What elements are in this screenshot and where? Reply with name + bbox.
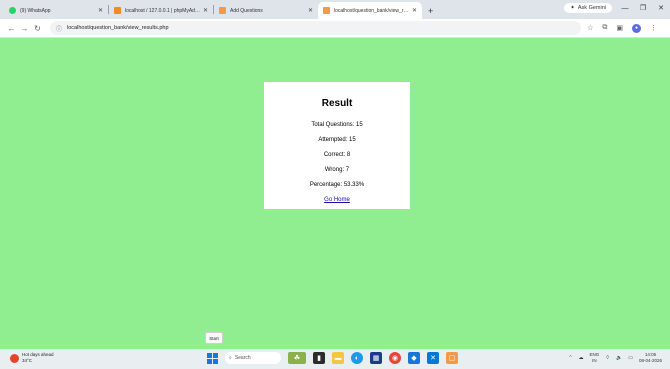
reload-icon[interactable]: ↻ — [31, 24, 44, 33]
site-info-icon[interactable]: ⓘ — [56, 24, 62, 33]
back-icon[interactable]: ← — [5, 24, 18, 33]
search-icon: ⌕ — [229, 355, 232, 361]
weather-widget[interactable]: Hot days ahead 34°C — [10, 352, 54, 364]
tab-add-questions[interactable]: Add Questions ✕ — [214, 2, 318, 19]
close-icon[interactable]: ✕ — [412, 7, 417, 14]
result-heading: Result — [321, 98, 353, 109]
toolbar-actions: ☆ ⧉ ▣ ● ⋮ — [587, 23, 657, 33]
address-bar[interactable]: ⓘ localhost/question_bank/view_results.p… — [50, 21, 582, 35]
system-tray: ⌃ ☁ ENG IN ⌔ 🔈 ▭ 14:05 08-04-2026 — [568, 352, 662, 364]
chevron-up-icon[interactable]: ⌃ — [568, 355, 572, 361]
window-controls: ✦ Ask Gemini — ❐ ✕ — [564, 3, 666, 13]
total-questions: Total Questions: 15 — [311, 122, 363, 128]
result-card: Result Total Questions: 15 Attempted: 15… — [264, 82, 410, 209]
new-tab-button[interactable]: + — [422, 2, 439, 19]
browser-toolbar: ← → ↻ ⓘ localhost/question_bank/view_res… — [0, 19, 670, 38]
clock[interactable]: 14:05 08-04-2026 — [639, 352, 662, 364]
file-explorer-icon[interactable]: ▬ — [332, 352, 344, 364]
clock-date: 08-04-2026 — [638, 358, 662, 363]
chrome-icon[interactable]: ◉ — [389, 352, 401, 364]
restore-icon[interactable]: ❐ — [638, 4, 648, 12]
plus-icon: + — [428, 5, 434, 16]
address-text: localhost/question_bank/view_results.php — [67, 25, 169, 31]
percentage: Percentage: 53.33% — [309, 182, 365, 188]
tab-title: (9) WhatsApp — [20, 7, 51, 14]
menu-icon[interactable]: ⋮ — [650, 24, 657, 32]
tab-title: localhost / 127.0.0.1 | phpMyAdmin — [125, 7, 200, 14]
widgets-icon[interactable]: ☘ — [288, 352, 306, 364]
extensions-icon[interactable]: ⧉ — [602, 24, 607, 32]
wifi-icon[interactable]: ⌔ — [605, 355, 610, 361]
weather-temperature: 34°C — [22, 358, 33, 363]
forward-icon[interactable]: → — [18, 24, 31, 33]
xampp-icon[interactable]: ▢ — [446, 352, 458, 364]
close-icon[interactable]: ✕ — [203, 7, 208, 14]
language-indicator[interactable]: ENG IN — [590, 352, 600, 364]
windows-start-icon[interactable] — [207, 352, 218, 364]
vscode-icon[interactable]: ✕ — [427, 352, 439, 364]
weather-icon — [10, 353, 19, 363]
battery-icon[interactable]: ▭ — [628, 355, 633, 361]
page-icon — [323, 7, 330, 14]
page-icon — [219, 7, 226, 14]
tab-view-results[interactable]: localhost/question_bank/view_results.php… — [318, 2, 422, 19]
phpmyadmin-icon — [114, 7, 121, 14]
tab-phpmyadmin[interactable]: localhost / 127.0.0.1 | phpMyAdmin ✕ — [109, 2, 213, 19]
tab-strip: (9) WhatsApp ✕ localhost / 127.0.0.1 | p… — [0, 0, 670, 19]
task-view-icon[interactable]: ▮ — [313, 352, 325, 364]
whatsapp-icon — [9, 7, 16, 14]
ask-gemini-button[interactable]: ✦ Ask Gemini — [564, 3, 612, 13]
taskbar: Hot days ahead 34°C ⌕ Search ☘ ▮ ▬ ◐ ▦ ◉… — [0, 349, 670, 369]
tab-title: Add Questions — [230, 7, 263, 14]
go-home-link[interactable]: Go Home — [324, 197, 350, 203]
bookmark-star-icon[interactable]: ☆ — [587, 24, 593, 32]
onedrive-icon[interactable]: ☁ — [579, 355, 584, 361]
close-icon[interactable]: ✕ — [308, 7, 313, 14]
store-icon[interactable]: ▦ — [370, 352, 382, 364]
profile-avatar[interactable]: ● — [632, 23, 641, 33]
sparkle-icon: ✦ — [570, 5, 575, 11]
close-window-icon[interactable]: ✕ — [656, 4, 666, 12]
correct-count: Correct: 8 — [323, 152, 351, 158]
search-placeholder: Search — [234, 355, 251, 361]
ask-gemini-label: Ask Gemini — [577, 5, 606, 11]
split-view-icon[interactable]: ▣ — [616, 24, 623, 32]
photos-icon[interactable]: ◆ — [408, 352, 420, 364]
wrong-count: Wrong: 7 — [324, 167, 350, 173]
attempted-count: Attempted: 15 — [318, 137, 356, 143]
edge-icon[interactable]: ◐ — [351, 352, 363, 364]
close-icon[interactable]: ✕ — [98, 7, 103, 14]
tab-title: localhost/question_bank/view_results.php — [334, 7, 409, 14]
start-button[interactable]: Start — [205, 332, 223, 344]
volume-icon[interactable]: 🔈 — [616, 355, 622, 361]
taskbar-search[interactable]: ⌕ Search — [225, 352, 281, 364]
region-code: IN — [592, 358, 597, 363]
taskbar-apps: ⌕ Search ☘ ▮ ▬ ◐ ▦ ◉ ◆ ✕ ▢ — [207, 352, 458, 364]
tab-whatsapp[interactable]: (9) WhatsApp ✕ — [4, 2, 108, 19]
minimize-icon[interactable]: — — [620, 5, 630, 12]
